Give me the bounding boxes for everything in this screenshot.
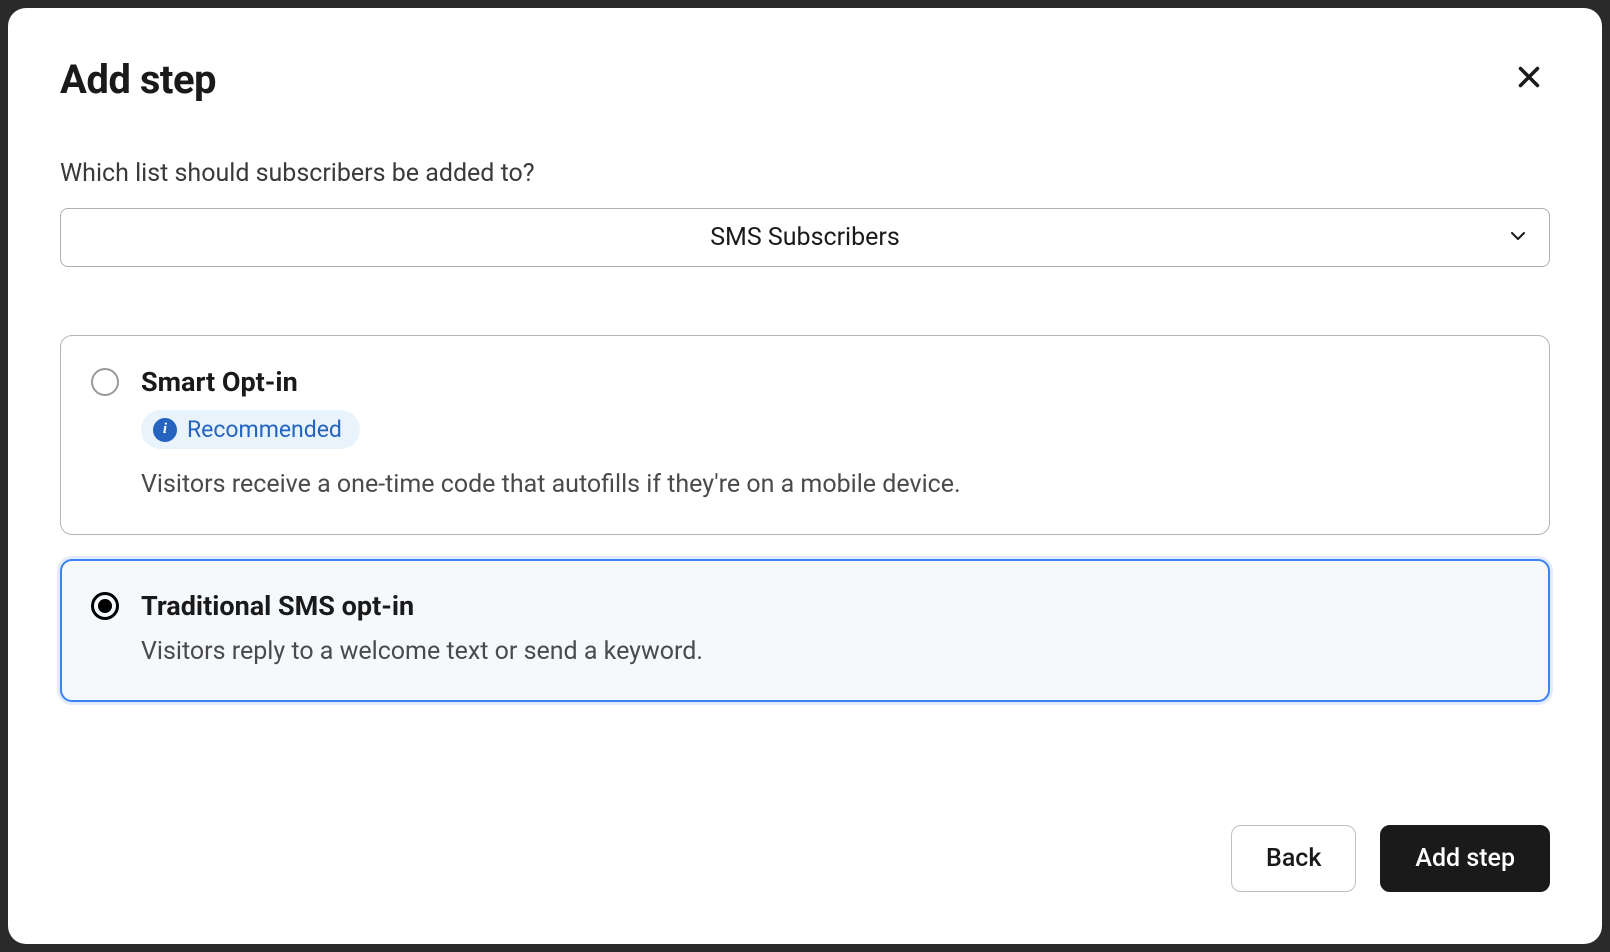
list-question-label: Which list should subscribers be added t… bbox=[60, 159, 1550, 188]
optin-options: Smart Opt-in i Recommended Visitors rece… bbox=[60, 335, 1550, 702]
badge-label: Recommended bbox=[187, 416, 342, 443]
option-traditional-optin[interactable]: Traditional SMS opt-in Visitors reply to… bbox=[60, 559, 1550, 702]
recommended-badge: i Recommended bbox=[141, 410, 360, 449]
option-content: Traditional SMS opt-in Visitors reply to… bbox=[141, 590, 1519, 669]
list-select-wrapper: SMS Subscribers bbox=[60, 208, 1550, 267]
close-icon bbox=[1512, 60, 1546, 94]
radio-smart-optin[interactable] bbox=[91, 368, 119, 396]
option-title: Traditional SMS opt-in bbox=[141, 590, 1519, 622]
back-button[interactable]: Back bbox=[1231, 825, 1356, 892]
option-content: Smart Opt-in i Recommended Visitors rece… bbox=[141, 366, 1519, 502]
add-step-button[interactable]: Add step bbox=[1380, 825, 1550, 892]
modal-footer: Back Add step bbox=[60, 825, 1550, 892]
info-icon: i bbox=[153, 418, 177, 442]
option-description: Visitors receive a one-time code that au… bbox=[141, 467, 1519, 502]
close-button[interactable] bbox=[1508, 56, 1550, 98]
option-description: Visitors reply to a welcome text or send… bbox=[141, 634, 1519, 669]
list-select-value: SMS Subscribers bbox=[710, 223, 900, 252]
option-smart-optin[interactable]: Smart Opt-in i Recommended Visitors rece… bbox=[60, 335, 1550, 535]
option-title: Smart Opt-in bbox=[141, 366, 1519, 398]
modal-header: Add step bbox=[60, 56, 1550, 103]
list-select[interactable]: SMS Subscribers bbox=[60, 208, 1550, 267]
modal-title: Add step bbox=[60, 56, 216, 103]
radio-traditional-optin[interactable] bbox=[91, 592, 119, 620]
add-step-modal: Add step Which list should subscribers b… bbox=[8, 8, 1602, 944]
